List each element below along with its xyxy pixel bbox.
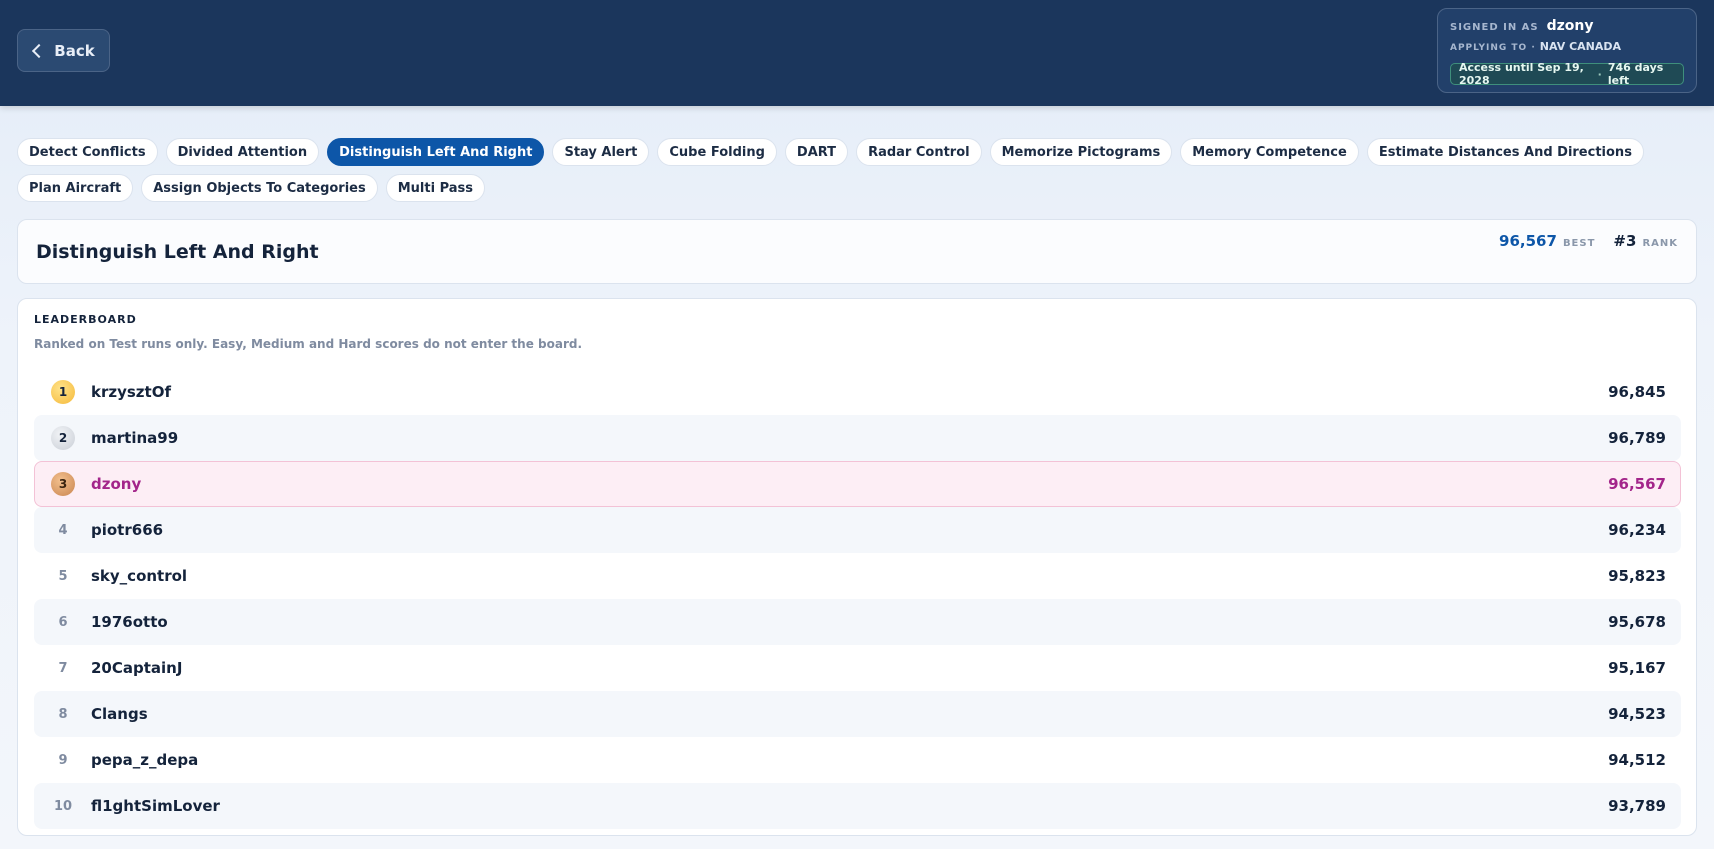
- leaderboard-row: 2 martina99 96,789: [34, 415, 1681, 461]
- tab-multi-pass[interactable]: Multi Pass: [385, 174, 486, 202]
- leaderboard-row: 1 krzysztOf 96,845: [34, 369, 1681, 415]
- tab-memory-competence[interactable]: Memory Competence: [1180, 138, 1359, 166]
- tab-stay-alert[interactable]: Stay Alert: [552, 138, 650, 166]
- player-score: 96,845: [1608, 383, 1666, 401]
- stats: 96,567 BEST #3 RANK: [1499, 232, 1678, 250]
- tab-cube-folding[interactable]: Cube Folding: [657, 138, 777, 166]
- silver-medal-icon: 2: [51, 426, 75, 450]
- leaderboard-row-current-user: 3 dzony 96,567: [34, 461, 1681, 507]
- chevron-left-icon: [32, 43, 47, 58]
- rank-cell: 7: [35, 661, 91, 676]
- best-score-value: 96,567: [1499, 232, 1557, 250]
- bronze-medal-icon: 3: [51, 472, 75, 496]
- rank-cell: 2: [35, 426, 91, 450]
- player-score: 96,789: [1608, 429, 1666, 447]
- rank-cell: 8: [35, 707, 91, 722]
- player-score: 94,523: [1608, 705, 1666, 723]
- player-name: dzony: [91, 475, 142, 493]
- rank-number: 5: [58, 568, 68, 584]
- gold-medal-icon: 1: [51, 380, 75, 404]
- player-name: martina99: [91, 429, 179, 447]
- rank-label: RANK: [1642, 238, 1678, 249]
- leaderboard-row: 6 1976otto 95,678: [34, 599, 1681, 645]
- best-score-label: BEST: [1562, 238, 1596, 249]
- leaderboard-card: LEADERBOARD Ranked on Test runs only. Ea…: [17, 298, 1697, 836]
- player-name: krzysztOf: [91, 383, 171, 401]
- top-bar: Back SIGNED IN AS dzony APPLYING TO · NA…: [0, 0, 1714, 106]
- player-score: 95,678: [1608, 613, 1666, 631]
- leaderboard-row: 9 pepa_z_depa 94,512: [34, 737, 1681, 783]
- leaderboard-row: 4 piotr666 96,234: [34, 507, 1681, 553]
- leaderboard-row: 10 fl1ghtSimLover 93,789: [34, 783, 1681, 829]
- player-score: 95,823: [1608, 567, 1666, 585]
- applying-to-label: APPLYING TO ·: [1450, 43, 1536, 53]
- rank-cell: 5: [35, 569, 91, 584]
- access-badge: Access until Sep 19, 2028 · 746 days lef…: [1450, 61, 1684, 87]
- player-name: pepa_z_depa: [91, 751, 199, 769]
- player-score: 94,512: [1608, 751, 1666, 769]
- player-name: piotr666: [91, 521, 164, 539]
- rank-cell: 9: [35, 753, 91, 768]
- player-name: 20CaptainJ: [91, 659, 183, 677]
- access-until-text: Access until Sep 19, 2028: [1459, 61, 1584, 87]
- leaderboard-title: LEADERBOARD: [34, 313, 137, 326]
- tab-assign-objects-to-categories[interactable]: Assign Objects To Categories: [141, 174, 378, 202]
- tab-plan-aircraft[interactable]: Plan Aircraft: [17, 174, 134, 202]
- signed-in-username: dzony: [1546, 18, 1594, 34]
- test-tabs: Detect Conflicts Divided Attention Disting…: [17, 138, 1697, 202]
- rank-number: 8: [58, 706, 68, 722]
- tab-detect-conflicts[interactable]: Detect Conflicts: [17, 138, 158, 166]
- player-name: 1976otto: [91, 613, 168, 631]
- rank-cell: 3: [35, 472, 91, 496]
- rank-number: 10: [53, 798, 73, 814]
- player-name: sky_control: [91, 567, 188, 585]
- leaderboard-row: 7 20CaptainJ 95,167: [34, 645, 1681, 691]
- player-score: 96,234: [1608, 521, 1666, 539]
- tab-divided-attention[interactable]: Divided Attention: [165, 138, 320, 166]
- player-name: fl1ghtSimLover: [91, 797, 220, 815]
- test-summary-card: Distinguish Left And Right 96,567 BEST #…: [17, 219, 1697, 284]
- tab-memorize-pictograms[interactable]: Memorize Pictograms: [989, 138, 1173, 166]
- tab-distinguish-left-and-right[interactable]: Distinguish Left And Right: [327, 138, 545, 166]
- leaderboard-subtitle: Ranked on Test runs only. Easy, Medium a…: [34, 337, 583, 351]
- tab-estimate-distances-and-directions[interactable]: Estimate Distances And Directions: [1366, 138, 1644, 166]
- leaderboard-list: 1 krzysztOf 96,845 2 martina99 96,789 3 dzony 96…: [34, 369, 1681, 829]
- access-separator: ·: [1597, 67, 1602, 81]
- tab-radar-control[interactable]: Radar Control: [856, 138, 982, 166]
- back-button[interactable]: Back: [17, 29, 110, 72]
- player-score: 93,789: [1608, 797, 1666, 815]
- player-score: 95,167: [1608, 659, 1666, 677]
- rank-number: 9: [58, 752, 68, 768]
- signed-in-label: SIGNED IN AS: [1450, 22, 1539, 33]
- rank-cell: 4: [35, 523, 91, 538]
- account-panel: SIGNED IN AS dzony APPLYING TO · NAV CAN…: [1437, 8, 1697, 93]
- page-title: Distinguish Left And Right: [36, 241, 319, 263]
- days-left-text: 746 days left: [1607, 61, 1664, 87]
- rank-cell: 10: [35, 799, 91, 814]
- tab-dart[interactable]: DART: [784, 138, 849, 166]
- rank-number: 7: [58, 660, 68, 676]
- rank-number: 6: [58, 614, 68, 630]
- rank-cell: 6: [35, 615, 91, 630]
- player-name: Clangs: [91, 705, 148, 723]
- organization-name: NAV CANADA: [1539, 40, 1622, 53]
- player-score: 96,567: [1608, 475, 1666, 493]
- back-button-label: Back: [54, 41, 95, 60]
- rank-cell: 1: [35, 380, 91, 404]
- leaderboard-row: 5 sky_control 95,823: [34, 553, 1681, 599]
- leaderboard-row: 8 Clangs 94,523: [34, 691, 1681, 737]
- rank-value: #3: [1613, 232, 1637, 250]
- rank-number: 4: [58, 522, 68, 538]
